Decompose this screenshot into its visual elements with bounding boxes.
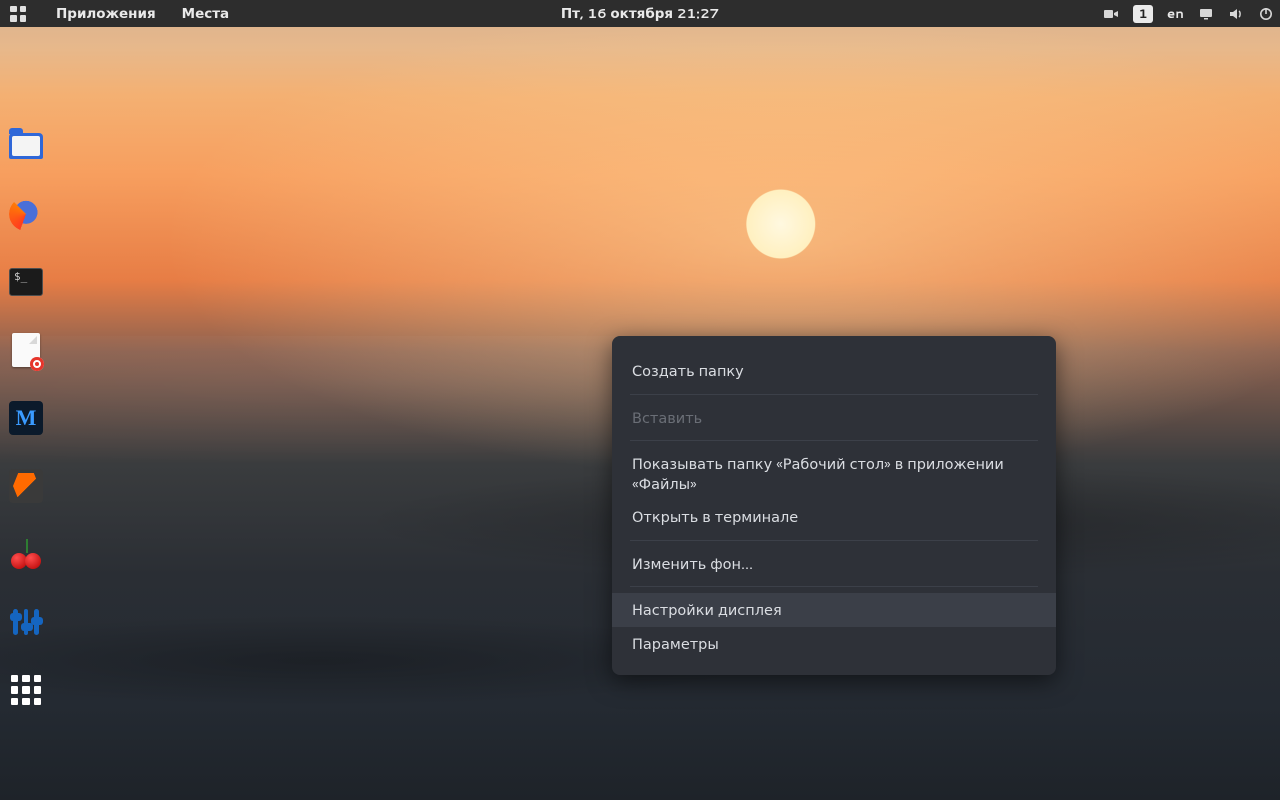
text-editor-app[interactable]	[8, 332, 44, 368]
keyboard-layout[interactable]: en	[1167, 4, 1184, 23]
menu-new-folder[interactable]: Создать папку	[612, 354, 1056, 388]
menu-show-desktop-in-files[interactable]: Показывать папку «Рабочий стол» в прилож…	[612, 447, 1056, 500]
metasploit-icon: M	[9, 401, 43, 435]
power-icon[interactable]	[1258, 6, 1274, 22]
menu-separator	[630, 394, 1038, 395]
menu-settings[interactable]: Параметры	[612, 627, 1056, 661]
cherry-icon	[9, 537, 43, 571]
activities-icon	[10, 6, 26, 22]
show-applications[interactable]	[8, 672, 44, 708]
volume-icon[interactable]	[1228, 6, 1244, 22]
burp-app[interactable]	[8, 468, 44, 504]
activities-button[interactable]	[6, 6, 30, 22]
launcher-dock: M	[8, 128, 44, 708]
sliders-icon	[9, 605, 43, 639]
menu-paste: Вставить	[612, 401, 1056, 435]
settings-sliders-app[interactable]	[8, 604, 44, 640]
network-icon[interactable]	[1198, 6, 1214, 22]
document-edit-icon	[12, 333, 40, 367]
places-menu[interactable]: Места	[182, 4, 230, 23]
grid-icon	[11, 675, 41, 705]
menu-change-background[interactable]: Изменить фон…	[612, 547, 1056, 581]
menu-separator	[630, 440, 1038, 441]
menu-separator	[630, 586, 1038, 587]
workspace-indicator[interactable]: 1	[1133, 5, 1153, 23]
menu-separator	[630, 540, 1038, 541]
clock[interactable]: Пт, 16 октября 21:27	[561, 4, 719, 23]
cherrytree-app[interactable]	[8, 536, 44, 572]
top-panel: Приложения Места Пт, 16 октября 21:27 1 …	[0, 0, 1280, 27]
files-app[interactable]	[8, 128, 44, 164]
desktop[interactable]: Приложения Места Пт, 16 октября 21:27 1 …	[0, 0, 1280, 800]
burp-icon	[9, 469, 43, 503]
applications-menu[interactable]: Приложения	[56, 4, 156, 23]
desktop-context-menu: Создать папку Вставить Показывать папку …	[612, 336, 1056, 675]
firefox-app[interactable]	[8, 196, 44, 232]
metasploit-app[interactable]: M	[8, 400, 44, 436]
folder-icon	[9, 133, 43, 159]
terminal-icon	[9, 268, 43, 296]
firefox-icon	[9, 197, 43, 231]
terminal-app[interactable]	[8, 264, 44, 300]
menu-display-settings[interactable]: Настройки дисплея	[612, 593, 1056, 627]
screen-recorder-icon[interactable]	[1103, 6, 1119, 22]
menu-open-terminal[interactable]: Открыть в терминале	[612, 500, 1056, 534]
